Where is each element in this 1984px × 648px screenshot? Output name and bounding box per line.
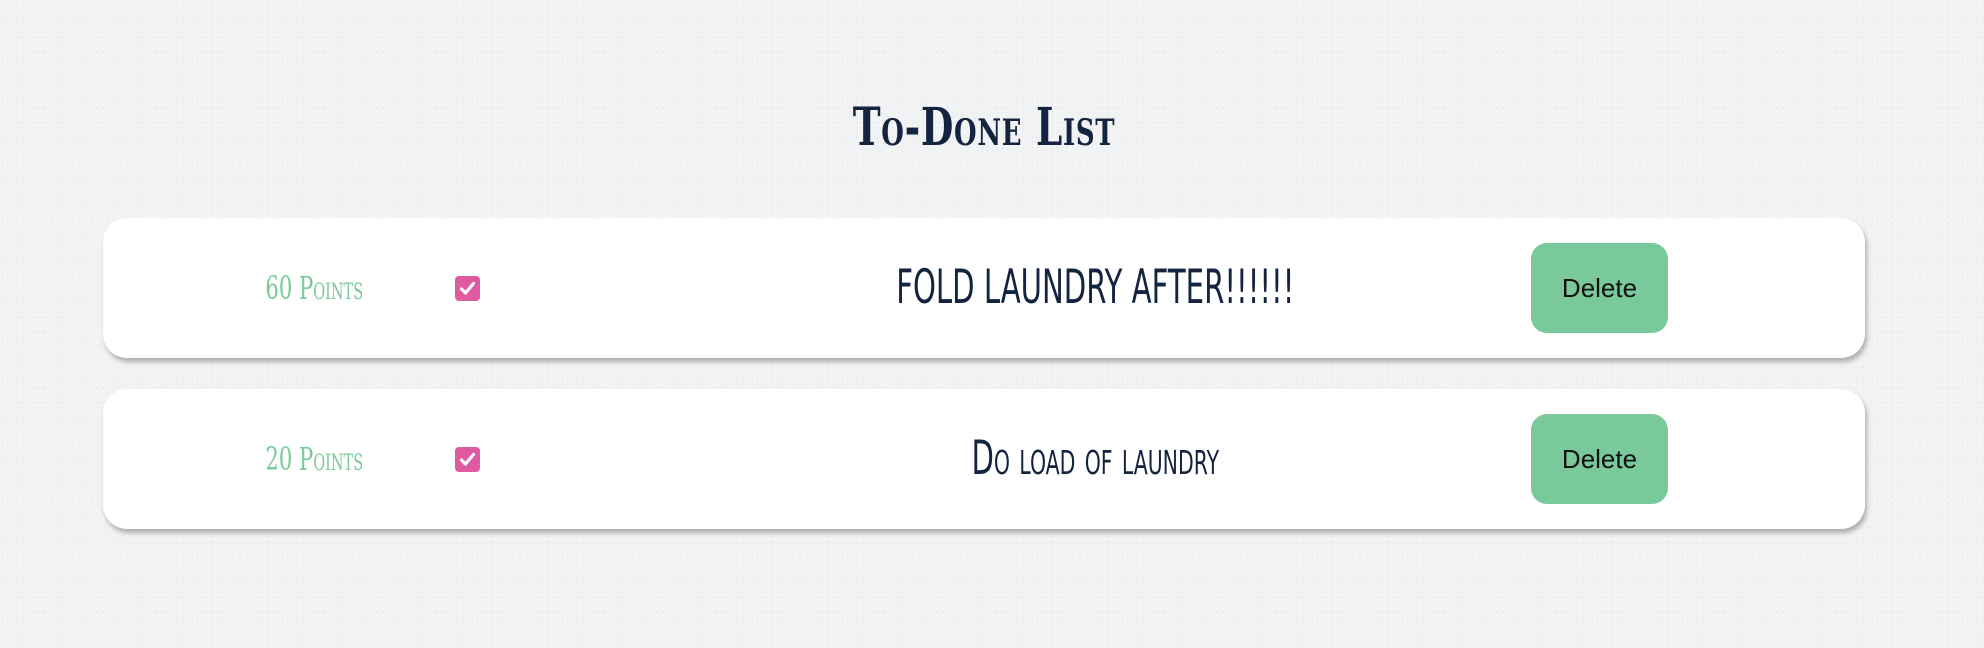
page-title: To-Done List (852, 96, 1116, 158)
task-text: Do load of laundry (971, 431, 1220, 486)
completed-checkbox[interactable] (455, 447, 480, 472)
check-icon (459, 281, 476, 295)
points-label: 20 Points (265, 440, 364, 478)
delete-button[interactable]: Delete (1531, 414, 1668, 504)
todo-item: 20 Points Do load of laundry Delete (103, 389, 1865, 529)
check-icon (459, 452, 476, 466)
delete-button[interactable]: Delete (1531, 243, 1668, 333)
task-text: FOLD LAUNDRY AFTER!!!!!! (896, 260, 1295, 315)
todo-list: 60 Points FOLD LAUNDRY AFTER!!!!!! Delet… (103, 218, 1865, 560)
points-label: 60 Points (265, 269, 364, 307)
todo-item: 60 Points FOLD LAUNDRY AFTER!!!!!! Delet… (103, 218, 1865, 358)
completed-checkbox[interactable] (455, 276, 480, 301)
